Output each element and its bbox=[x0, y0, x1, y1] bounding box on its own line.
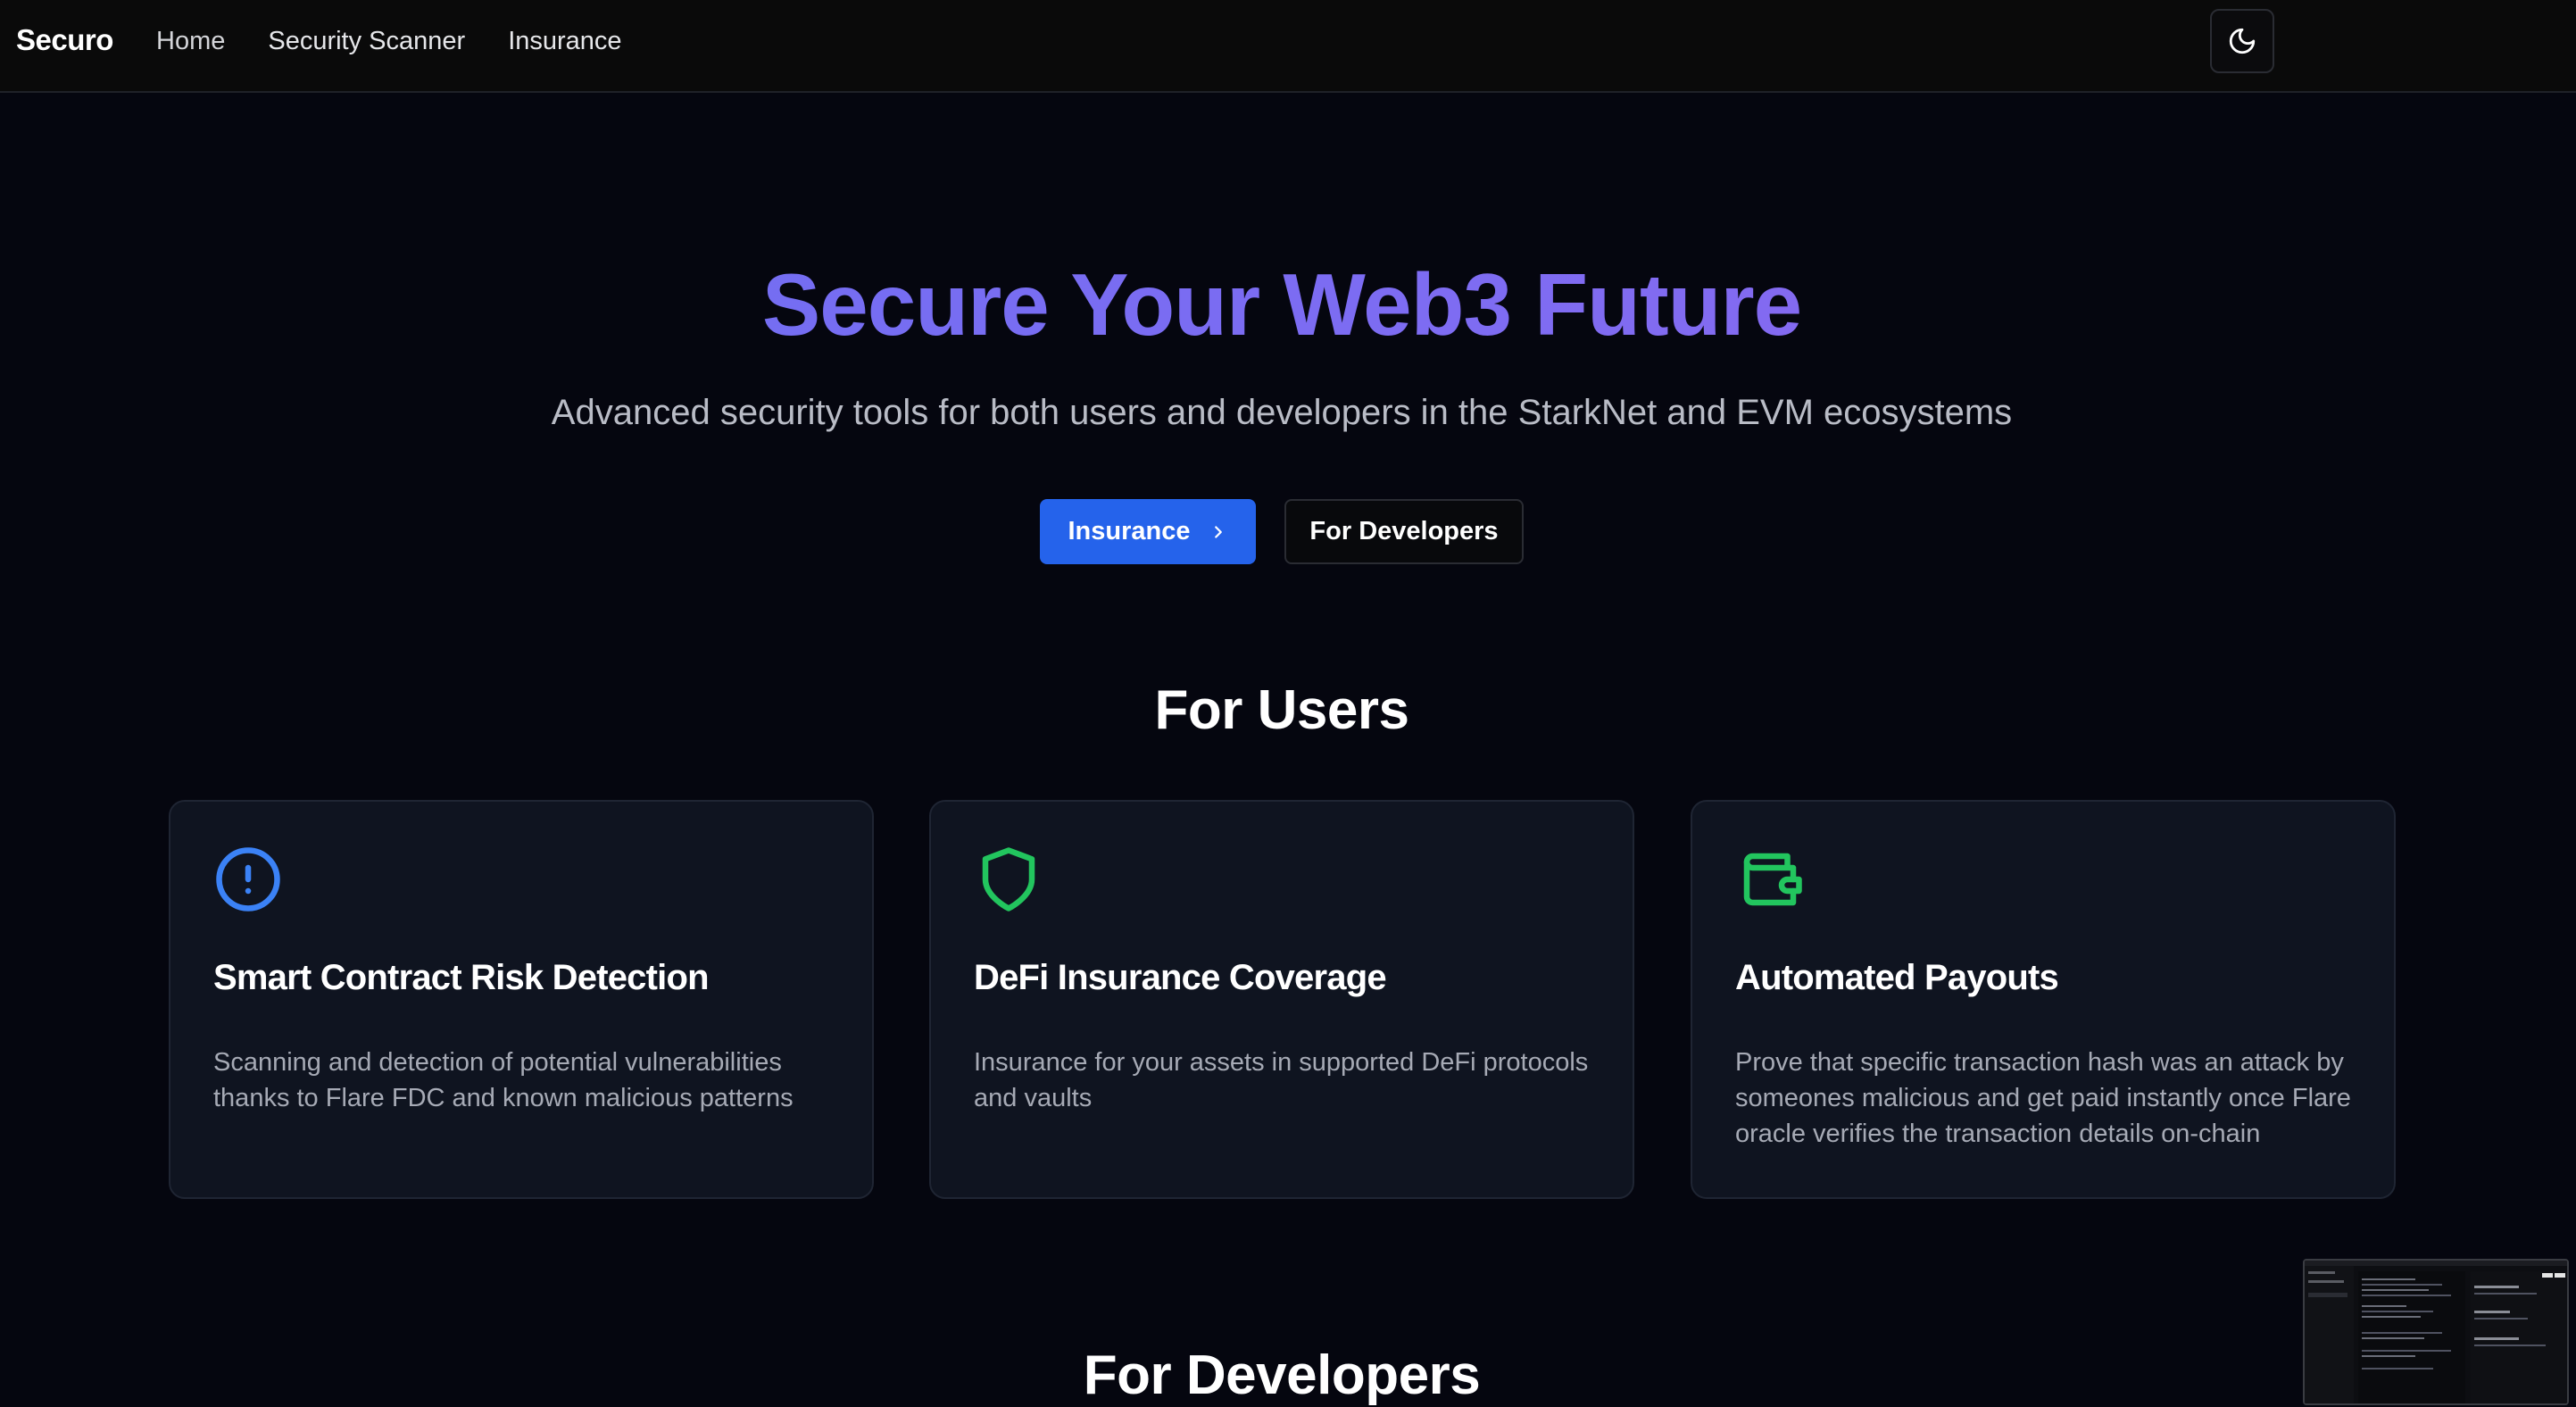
insurance-button[interactable]: Insurance bbox=[1040, 499, 1256, 564]
moon-icon bbox=[2229, 28, 2256, 54]
brand-logo[interactable]: Securo bbox=[16, 23, 113, 57]
top-navbar: Securo Home Security Scanner Insurance bbox=[0, 0, 2576, 93]
card-description: Scanning and detection of potential vuln… bbox=[213, 1048, 794, 1112]
feature-card-risk-detection: Smart Contract Risk Detection Scanning a… bbox=[169, 800, 874, 1199]
alert-circle-icon bbox=[216, 847, 280, 912]
for-developers-button[interactable]: For Developers bbox=[1284, 499, 1524, 564]
feature-card-automated-payouts: Automated Payouts Prove that specific tr… bbox=[1691, 800, 2396, 1199]
nav-link-insurance[interactable]: Insurance bbox=[508, 27, 621, 56]
preview-graphic bbox=[2305, 1261, 2567, 1403]
nav-link-home[interactable]: Home bbox=[156, 27, 225, 56]
card-title: Smart Contract Risk Detection bbox=[213, 958, 710, 997]
screen-preview-thumbnail[interactable] bbox=[2303, 1259, 2569, 1405]
chevron-right-icon bbox=[1214, 525, 1222, 538]
card-description: Insurance for your assets in supported D… bbox=[974, 1048, 1589, 1112]
card-title: DeFi Insurance Coverage bbox=[974, 958, 1387, 997]
theme-toggle-button[interactable] bbox=[2210, 9, 2274, 73]
card-title: Automated Payouts bbox=[1735, 958, 2059, 997]
hero-subtitle: Advanced security tools for both users a… bbox=[551, 393, 2013, 432]
hero-actions: Insurance For Developers bbox=[1040, 499, 1524, 564]
main-nav: Home Security Scanner Insurance bbox=[156, 27, 622, 56]
nav-link-security-scanner[interactable]: Security Scanner bbox=[268, 27, 465, 56]
shield-icon bbox=[982, 847, 1035, 912]
hero-title: Secure Your Web3 Future bbox=[0, 254, 2564, 355]
insurance-button-label: Insurance bbox=[1068, 517, 1191, 545]
wallet-icon bbox=[1743, 853, 1802, 906]
for-users-heading: For Users bbox=[1154, 679, 1409, 741]
feature-card-defi-insurance: DeFi Insurance Coverage Insurance for yo… bbox=[929, 800, 1634, 1199]
card-description: Prove that specific transaction hash was… bbox=[1735, 1048, 2351, 1148]
for-developers-heading: For Developers bbox=[1083, 1345, 1481, 1406]
